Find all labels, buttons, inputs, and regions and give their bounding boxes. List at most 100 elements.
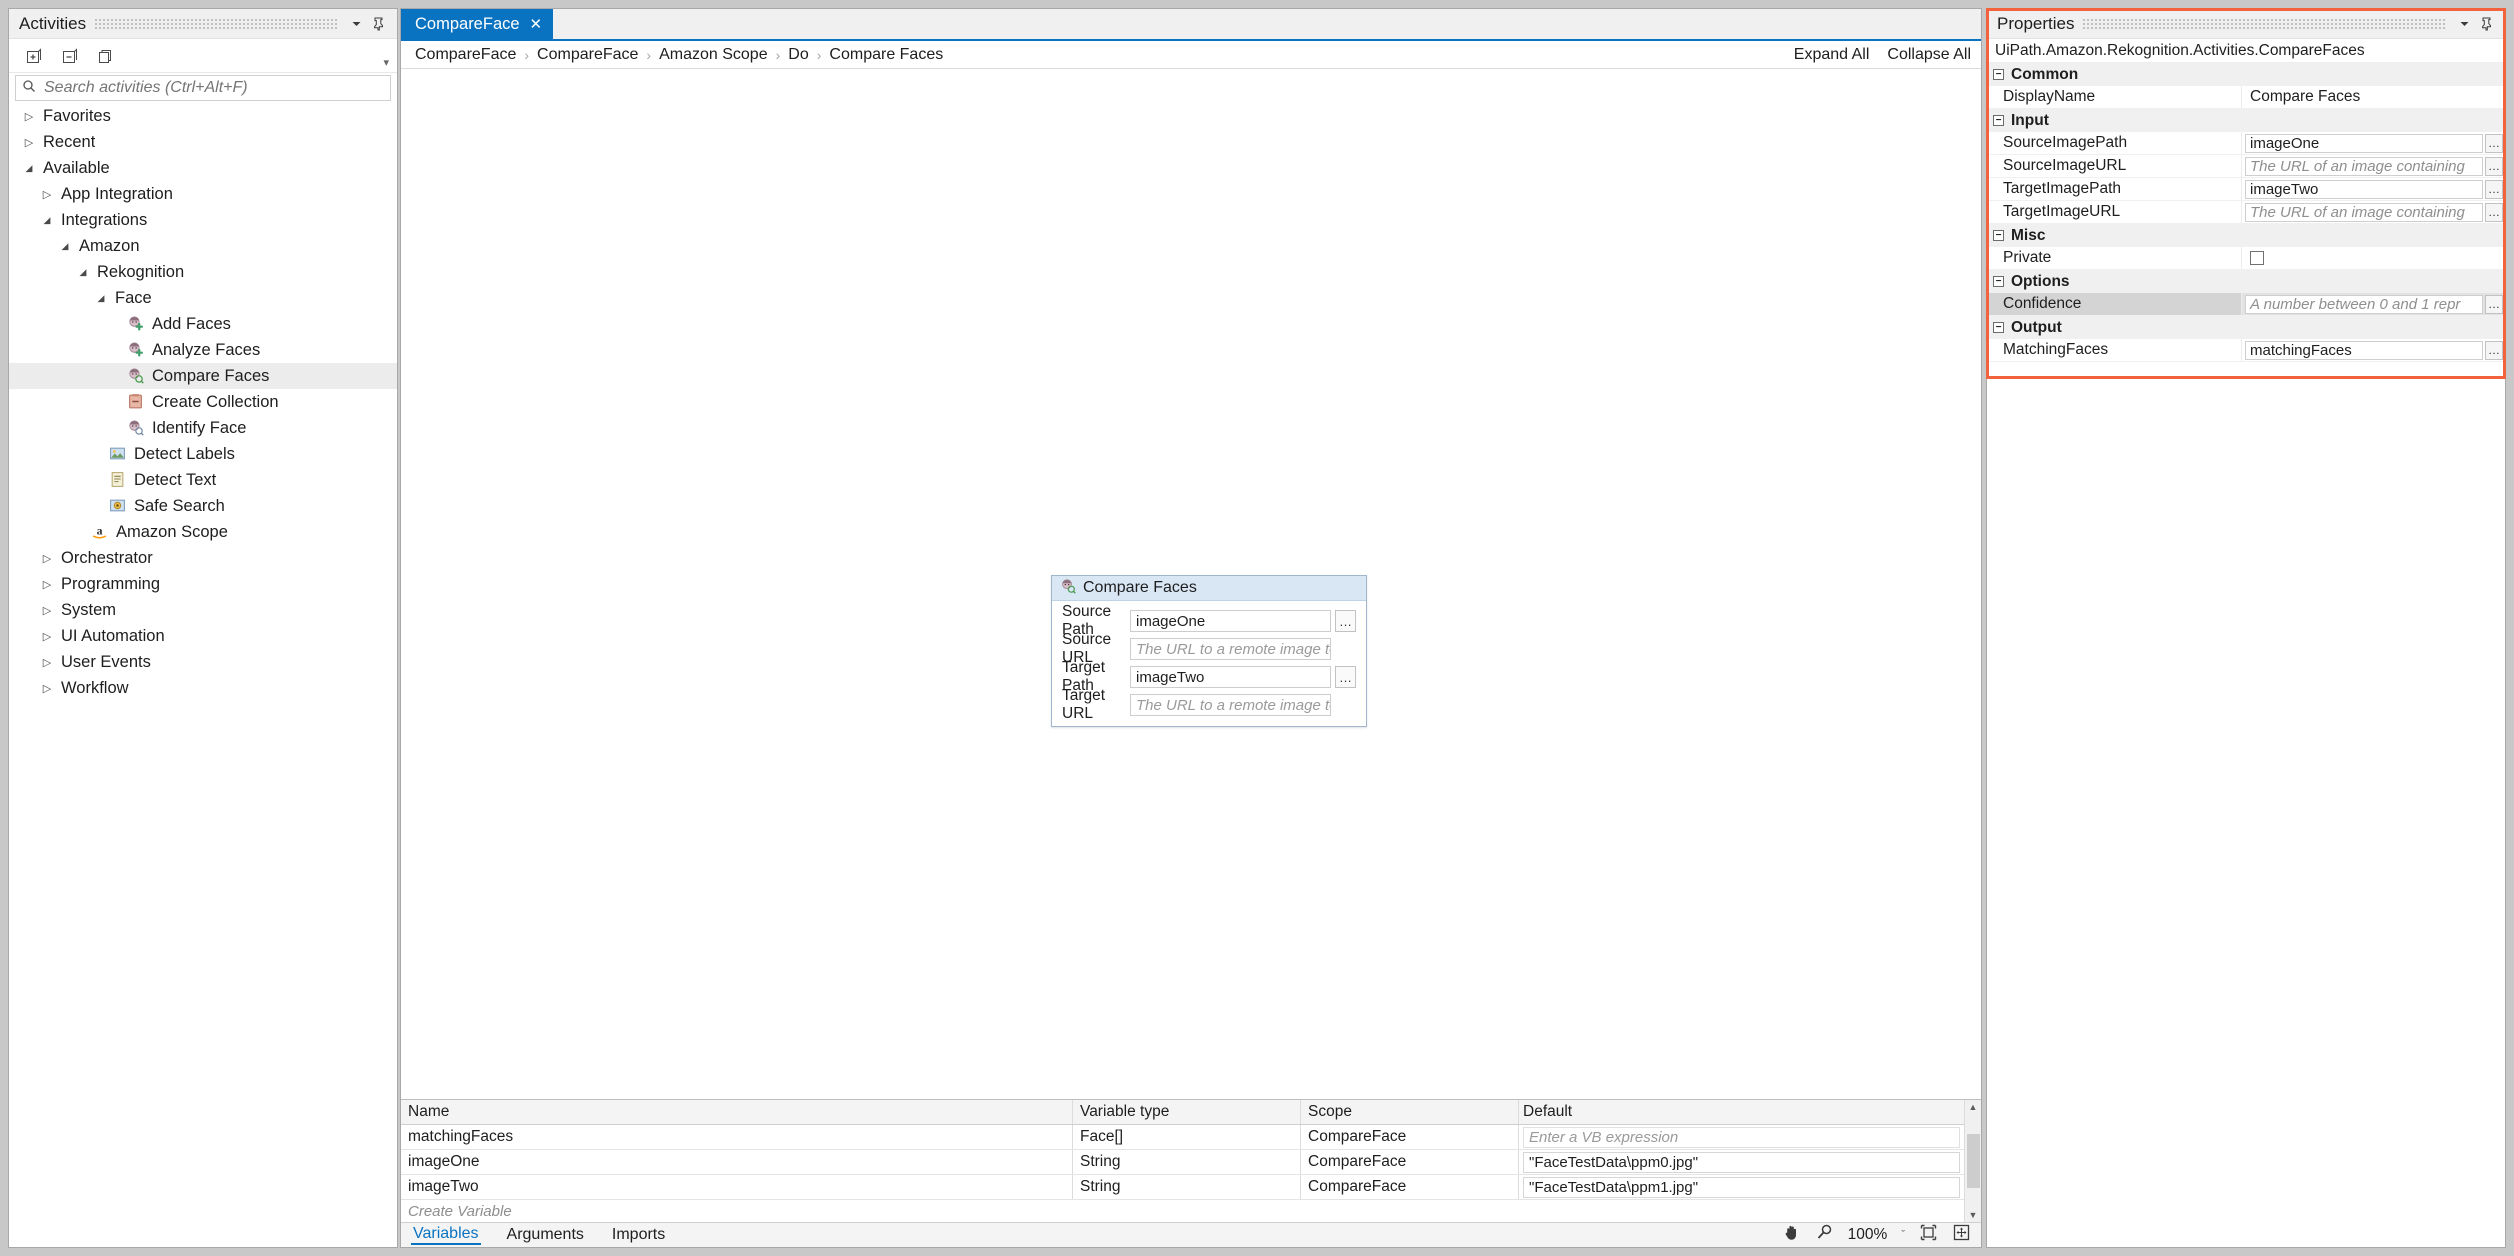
copy-icon[interactable] <box>95 46 117 66</box>
activity-tree-item-orchestrator[interactable]: Orchestrator <box>9 545 397 571</box>
variable-name-cell[interactable]: imageTwo <box>401 1175 1073 1199</box>
search-input[interactable] <box>42 78 384 98</box>
property-value-input[interactable]: matchingFaces <box>2245 340 2483 360</box>
activity-tree-item-compare-faces[interactable]: Compare Faces <box>9 363 397 389</box>
variable-type-cell[interactable]: Face[] <box>1073 1125 1301 1149</box>
chevron-down-icon[interactable] <box>39 215 55 226</box>
tab-imports[interactable]: Imports <box>610 1226 667 1244</box>
properties-group-common[interactable]: − Common <box>1987 63 2505 86</box>
activity-tree-item-system[interactable]: System <box>9 597 397 623</box>
collapse-group-icon[interactable]: − <box>1993 69 2004 80</box>
activity-tree-item-identify-face[interactable]: Identify Face <box>9 415 397 441</box>
column-header-variable-type[interactable]: Variable type <box>1073 1100 1301 1124</box>
close-icon[interactable]: ✕ <box>530 17 543 32</box>
property-row[interactable]: Confidence A number between 0 and 1 repr… <box>1987 293 2505 316</box>
column-header-default[interactable]: Default <box>1519 1100 1964 1124</box>
breadcrumb-item[interactable]: CompareFace <box>537 46 638 64</box>
chevron-right-icon[interactable] <box>39 552 55 565</box>
activity-tree-item-integrations[interactable]: Integrations <box>9 207 397 233</box>
tab-variables[interactable]: Variables <box>411 1225 481 1245</box>
activity-tree-item-programming[interactable]: Programming <box>9 571 397 597</box>
chevron-down-icon[interactable] <box>21 163 37 174</box>
scrollbar-thumb[interactable] <box>1966 1134 1980 1188</box>
property-row[interactable]: DisplayName Compare Faces <box>1987 86 2505 109</box>
property-ellipsis-button[interactable]: … <box>2485 294 2503 314</box>
property-value-text[interactable]: Compare Faces <box>2245 88 2360 106</box>
variables-row[interactable]: imageOne String CompareFace "FaceTestData\p… <box>401 1150 1964 1175</box>
expand-all-icon[interactable] <box>23 46 45 66</box>
chevron-down-icon[interactable]: ˇ <box>1901 1229 1905 1241</box>
breadcrumb-item[interactable]: Amazon Scope <box>659 46 768 64</box>
collapse-group-icon[interactable]: − <box>1993 322 2004 333</box>
tab-arguments[interactable]: Arguments <box>505 1226 586 1244</box>
hand-pan-icon[interactable] <box>1782 1223 1801 1247</box>
activity-field-input[interactable]: imageOne <box>1130 610 1331 632</box>
activity-tree-item-safe-search[interactable]: Safe Search <box>9 493 397 519</box>
property-ellipsis-button[interactable]: … <box>2485 156 2503 176</box>
chevron-right-icon[interactable] <box>39 682 55 695</box>
variables-row[interactable]: imageTwo String CompareFace "FaceTestData\p… <box>401 1175 1964 1200</box>
variables-scrollbar[interactable]: ▲ ▼ <box>1964 1100 1981 1222</box>
variables-row[interactable]: matchingFaces Face[] CompareFace Enter a VB… <box>401 1125 1964 1150</box>
property-row[interactable]: SourceImagePath imageOne… <box>1987 132 2505 155</box>
workflow-canvas[interactable]: Compare Faces Source Path imageOne… Source… <box>401 69 1981 1099</box>
toolbar-overflow-icon[interactable]: ▾ <box>383 56 389 69</box>
variable-default-input[interactable]: "FaceTestData\ppm1.jpg" <box>1523 1176 1960 1198</box>
properties-group-output[interactable]: − Output <box>1987 316 2505 339</box>
property-ellipsis-button[interactable]: … <box>2485 340 2503 360</box>
variable-scope-cell[interactable]: CompareFace <box>1301 1150 1519 1174</box>
chevron-right-icon[interactable] <box>39 604 55 617</box>
property-value-input[interactable]: imageOne <box>2245 133 2483 153</box>
collapse-all-link[interactable]: Collapse All <box>1887 46 1971 64</box>
chevron-right-icon[interactable] <box>21 110 37 123</box>
property-row[interactable]: SourceImageURL The URL of an image contai… <box>1987 155 2505 178</box>
activity-card-compare-faces[interactable]: Compare Faces Source Path imageOne… Source… <box>1051 575 1367 727</box>
property-value-input[interactable]: A number between 0 and 1 repr <box>2245 294 2483 314</box>
activity-tree-item-available[interactable]: Available <box>9 155 397 181</box>
tab-compareface[interactable]: CompareFace ✕ <box>401 9 554 39</box>
activity-tree-item-amazon[interactable]: Amazon <box>9 233 397 259</box>
chevron-down-icon[interactable] <box>345 13 367 35</box>
chevron-right-icon[interactable] <box>39 656 55 669</box>
chevron-right-icon[interactable] <box>39 578 55 591</box>
activity-tree-item-analyze-faces[interactable]: Analyze Faces <box>9 337 397 363</box>
activity-tree-item-amazon-scope[interactable]: a Amazon Scope <box>9 519 397 545</box>
activity-field-input[interactable]: The URL to a remote image to be analyse <box>1130 694 1331 716</box>
search-activities-row[interactable] <box>15 75 391 101</box>
property-value-input[interactable]: The URL of an image containing <box>2245 156 2483 176</box>
activity-field-input[interactable]: The URL to a remote image to be analyse <box>1130 638 1331 660</box>
collapse-group-icon[interactable]: − <box>1993 276 2004 287</box>
fit-to-screen-icon[interactable] <box>1919 1223 1938 1247</box>
property-ellipsis-button[interactable]: … <box>2485 202 2503 222</box>
activity-tree-item-add-faces[interactable]: Add Faces <box>9 311 397 337</box>
chevron-down-icon[interactable] <box>93 293 109 304</box>
breadcrumb-item[interactable]: Compare Faces <box>829 46 943 64</box>
variable-default-input[interactable]: Enter a VB expression <box>1523 1126 1960 1148</box>
properties-group-input[interactable]: − Input <box>1987 109 2505 132</box>
property-row[interactable]: MatchingFaces matchingFaces… <box>1987 339 2505 362</box>
property-ellipsis-button[interactable]: … <box>2485 133 2503 153</box>
breadcrumb-item[interactable]: CompareFace <box>415 46 516 64</box>
property-checkbox[interactable] <box>2250 251 2264 265</box>
activity-field-input[interactable]: imageTwo <box>1130 666 1331 688</box>
activity-tree-item-recent[interactable]: Recent <box>9 129 397 155</box>
properties-group-options[interactable]: − Options <box>1987 270 2505 293</box>
activity-field-ellipsis-button[interactable]: … <box>1335 610 1356 632</box>
variable-type-cell[interactable]: String <box>1073 1175 1301 1199</box>
activity-tree-item-ui-automation[interactable]: UI Automation <box>9 623 397 649</box>
property-row[interactable]: TargetImageURL The URL of an image contai… <box>1987 201 2505 224</box>
create-variable-row[interactable]: Create Variable <box>401 1200 1964 1222</box>
variable-scope-cell[interactable]: CompareFace <box>1301 1175 1519 1199</box>
activity-tree-item-face[interactable]: Face <box>9 285 397 311</box>
property-ellipsis-button[interactable]: … <box>2485 179 2503 199</box>
variable-scope-cell[interactable]: CompareFace <box>1301 1125 1519 1149</box>
breadcrumb-item[interactable]: Do <box>788 46 808 64</box>
activity-tree-item-workflow[interactable]: Workflow <box>9 675 397 701</box>
expand-all-link[interactable]: Expand All <box>1794 46 1870 64</box>
variable-name-cell[interactable]: matchingFaces <box>401 1125 1073 1149</box>
variable-default-input[interactable]: "FaceTestData\ppm0.jpg" <box>1523 1151 1960 1173</box>
column-header-name[interactable]: Name <box>401 1100 1073 1124</box>
column-header-scope[interactable]: Scope <box>1301 1100 1519 1124</box>
collapse-all-icon[interactable] <box>59 46 81 66</box>
chevron-down-icon[interactable] <box>75 267 91 278</box>
